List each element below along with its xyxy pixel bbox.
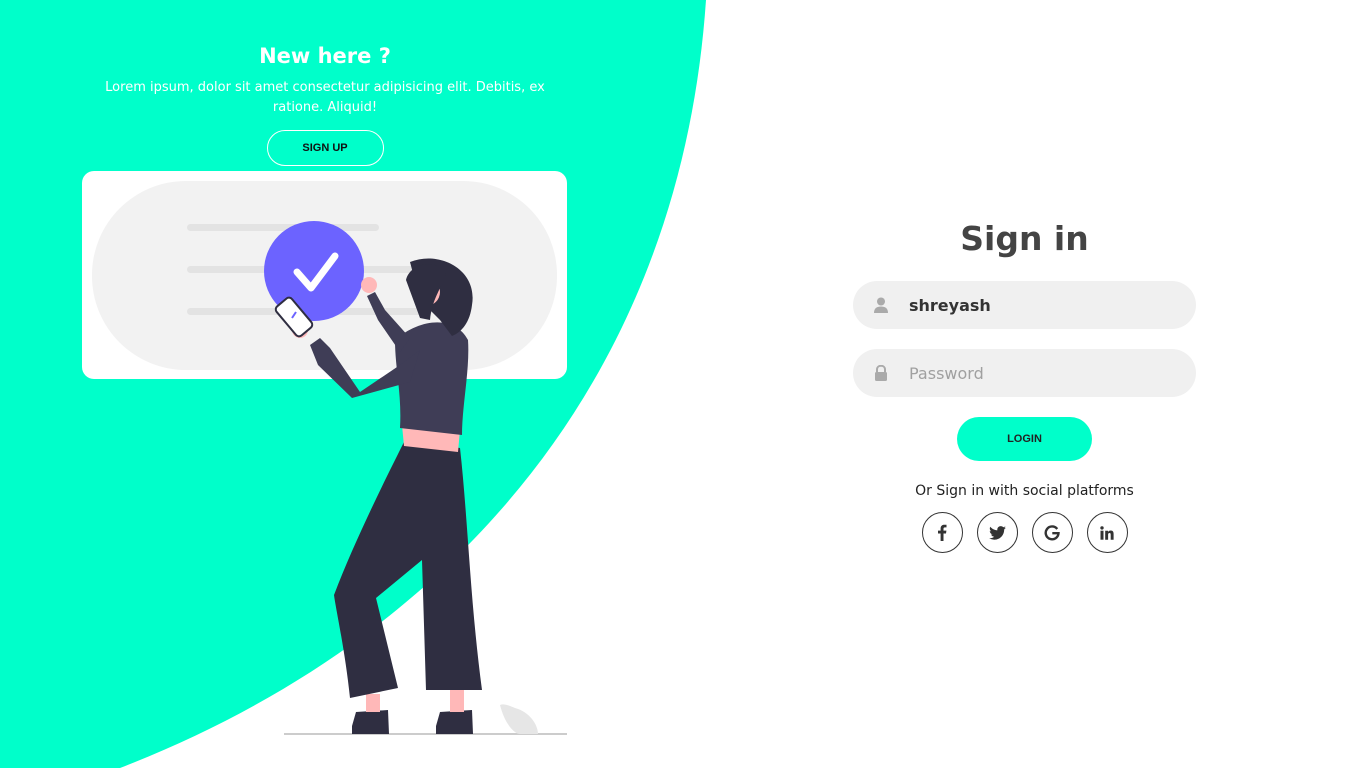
google-button[interactable] (1031, 512, 1073, 553)
username-input[interactable] (909, 281, 1179, 329)
panel-title: New here ? (259, 44, 391, 68)
password-field[interactable] (853, 349, 1196, 397)
user-icon (853, 297, 909, 313)
panel-description: Lorem ipsum, dolor sit amet consectetur … (105, 80, 545, 115)
twitter-icon (988, 525, 1006, 540)
social-media-row (853, 512, 1196, 553)
sign-up-button[interactable]: SIGN UP (266, 130, 384, 166)
left-panel: New here ? Lorem ipsum, dolor sit amet c… (60, 40, 590, 166)
facebook-icon (938, 524, 947, 541)
username-field[interactable] (853, 281, 1196, 329)
lock-icon (853, 365, 909, 381)
linkedin-button[interactable] (1086, 512, 1128, 553)
login-button[interactable]: LOGIN (957, 417, 1092, 461)
password-input[interactable] (909, 349, 1179, 397)
twitter-button[interactable] (976, 512, 1018, 553)
sign-in-form: Sign in LOGIN Or Sign in with social pla… (853, 215, 1196, 553)
linkedin-icon (1100, 525, 1114, 540)
google-icon (1044, 524, 1060, 540)
facebook-button[interactable] (921, 512, 963, 553)
sign-in-title: Sign in (960, 219, 1089, 258)
social-text: Or Sign in with social platforms (915, 483, 1134, 499)
